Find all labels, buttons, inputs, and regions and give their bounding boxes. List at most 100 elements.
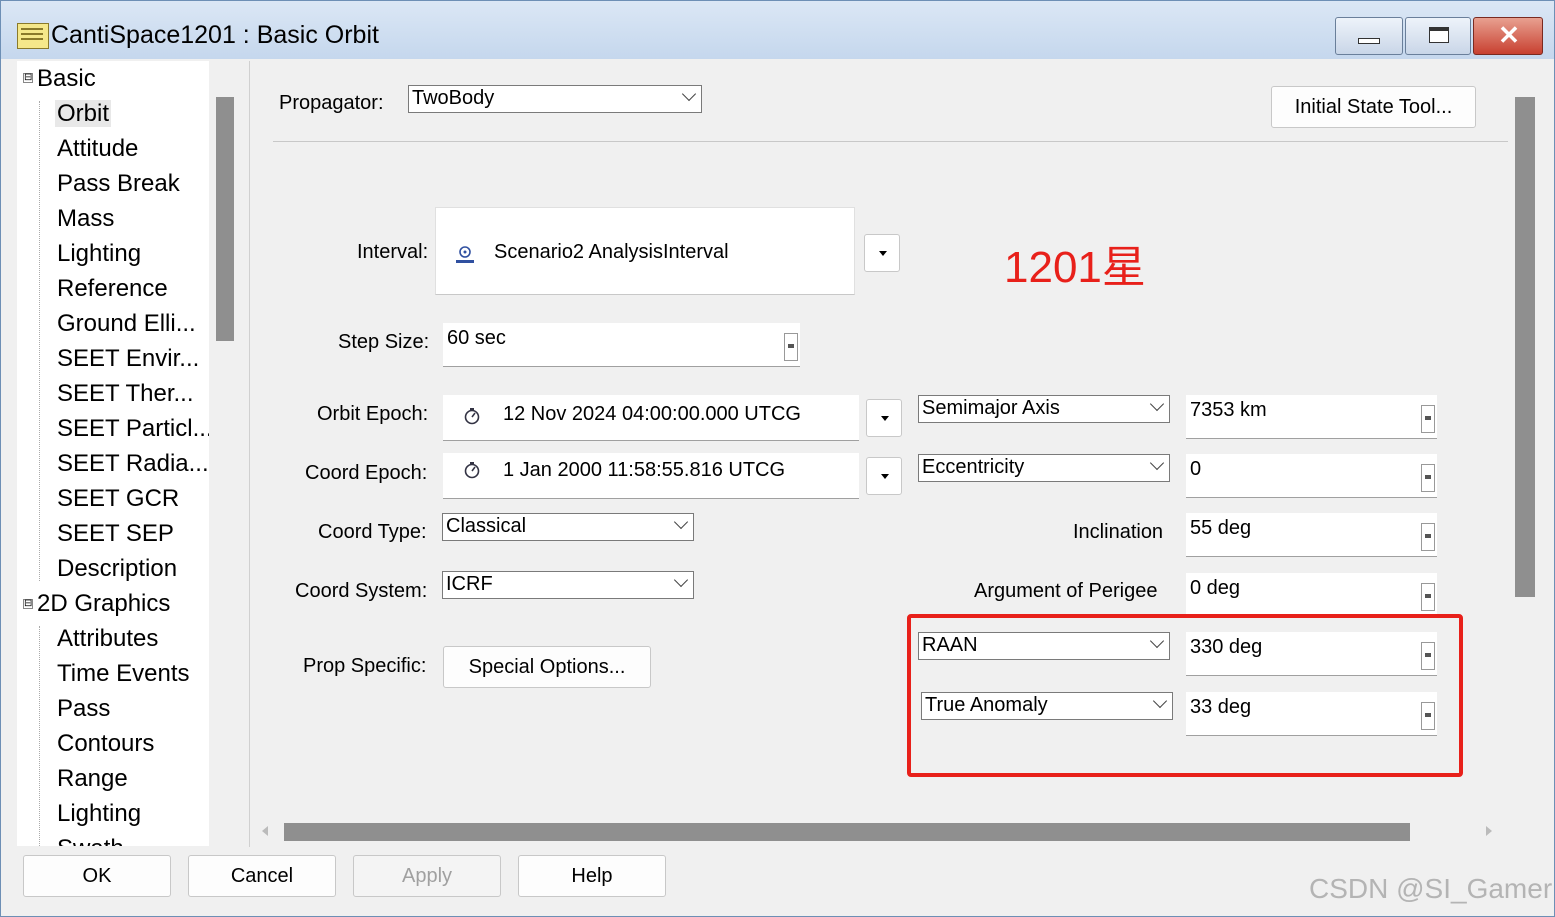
tree-item-seet-environment[interactable]: SEET Envir... [57, 345, 199, 373]
cancel-button[interactable]: Cancel [188, 855, 336, 897]
initial-state-tool-button[interactable]: Initial State Tool... [1271, 86, 1476, 128]
coord-type-value: Classical [446, 515, 527, 537]
inclination-value: 55 deg [1190, 517, 1252, 539]
tree-scroll-thumb[interactable] [216, 97, 234, 341]
coord-epoch-label: Coord Epoch: [305, 462, 428, 484]
inclination-input[interactable]: 55 deg [1186, 513, 1437, 557]
spinner-icon[interactable] [1421, 405, 1435, 433]
tree-item-attributes[interactable]: Attributes [57, 625, 158, 653]
tree-item-swath[interactable]: Swath [57, 835, 124, 846]
tree-guide-line [39, 626, 40, 846]
coord-type-select[interactable]: Classical [442, 513, 694, 541]
chevron-down-icon [675, 575, 685, 585]
tree-item-range[interactable]: Range [57, 765, 128, 793]
tree-scrollbar[interactable] [209, 61, 247, 846]
propagator-label: Propagator: [279, 92, 384, 114]
collapse-icon[interactable]: ⊟ [23, 73, 33, 83]
element-1-selector-value: Semimajor Axis [922, 397, 1060, 419]
orbit-epoch-value: 12 Nov 2024 04:00:00.000 UTCG [503, 403, 801, 425]
spinner-icon[interactable] [1421, 523, 1435, 551]
element-1-select[interactable]: Semimajor Axis [918, 395, 1170, 423]
tree-item-label: Orbit [55, 100, 112, 127]
element-2-select[interactable]: Eccentricity [918, 454, 1170, 482]
watermark: CSDN @SI_Gamer [1309, 873, 1553, 904]
spinner-icon[interactable] [1421, 583, 1435, 611]
coord-system-select[interactable]: ICRF [442, 571, 694, 599]
tree-item-description[interactable]: Description [57, 555, 177, 583]
special-options-button[interactable]: Special Options... [443, 646, 651, 688]
eccentricity-input[interactable]: 0 [1186, 454, 1437, 498]
maximize-icon [1429, 27, 1449, 43]
tree-item-seet-particle[interactable]: SEET Particl... [57, 415, 209, 443]
orbit-epoch-label: Orbit Epoch: [317, 403, 429, 425]
argument-of-perigee-input[interactable]: 0 deg [1186, 573, 1437, 617]
properties-tree[interactable]: ⊟ Basic Orbit Attitude Pass Break Mass L… [17, 61, 209, 846]
step-size-input[interactable]: 60 sec [443, 323, 800, 367]
orbit-epoch-dropdown-button[interactable] [866, 399, 902, 437]
tree-item-seet-gcr[interactable]: SEET GCR [57, 485, 179, 513]
argument-of-perigee-label: Argument of Perigee [974, 580, 1158, 602]
chevron-down-icon [683, 89, 693, 99]
tree-item-pass[interactable]: Pass [57, 695, 110, 723]
spinner-icon[interactable] [1421, 464, 1435, 492]
ok-button[interactable]: OK [23, 855, 171, 897]
tree-item-ground-ellipses[interactable]: Ground Elli... [57, 310, 196, 338]
tree-group-basic[interactable]: Basic [37, 65, 96, 93]
tree-item-seet-radiation[interactable]: SEET Radia... [57, 450, 209, 478]
coord-epoch-field[interactable]: 1 Jan 2000 11:58:55.816 UTCG [443, 453, 859, 499]
step-size-value: 60 sec [447, 327, 506, 349]
tree-item-reference[interactable]: Reference [57, 275, 168, 303]
coord-epoch-dropdown-button[interactable] [866, 457, 902, 495]
prop-specific-label: Prop Specific: [303, 655, 427, 677]
collapse-icon[interactable]: ⊟ [23, 599, 33, 609]
tree-item-mass[interactable]: Mass [57, 205, 114, 233]
apply-button[interactable]: Apply [353, 855, 501, 897]
interval-label: Interval: [357, 241, 429, 263]
element-2-selector-value: Eccentricity [922, 456, 1025, 478]
vertical-scroll-thumb[interactable] [1515, 97, 1535, 597]
tree-item-pass-break[interactable]: Pass Break [57, 170, 180, 198]
tree-item-lighting[interactable]: Lighting [57, 240, 141, 268]
tree-item-seet-thermal[interactable]: SEET Ther... [57, 380, 194, 408]
argument-of-perigee-value: 0 deg [1190, 577, 1241, 599]
horizontal-scroll-thumb[interactable] [284, 823, 1410, 841]
eccentricity-value: 0 [1190, 458, 1202, 480]
tree-item-orbit[interactable]: Orbit [55, 100, 112, 128]
step-size-label: Step Size: [338, 331, 430, 353]
minimize-icon [1358, 38, 1380, 44]
help-button[interactable]: Help [518, 855, 666, 897]
window-title: CantiSpace1201 : Basic Orbit [51, 21, 379, 49]
coord-epoch-value: 1 Jan 2000 11:58:55.816 UTCG [503, 459, 786, 481]
interval-object-icon [454, 244, 476, 266]
stopwatch-icon [463, 407, 481, 425]
tree-item-seet-sep[interactable]: SEET SEP [57, 520, 174, 548]
minimize-button[interactable] [1335, 17, 1403, 55]
title-bar[interactable]: CantiSpace1201 : Basic Orbit ✕ [1, 1, 1554, 59]
coord-system-value: ICRF [446, 573, 493, 595]
semimajor-axis-input[interactable]: 7353 km [1186, 395, 1437, 439]
horizontal-scrollbar[interactable] [250, 813, 1543, 847]
separator [273, 141, 1508, 142]
coord-system-label: Coord System: [295, 580, 428, 602]
close-button[interactable]: ✕ [1473, 17, 1543, 55]
inclination-label: Inclination [1073, 521, 1164, 543]
interval-dropdown-button[interactable] [864, 234, 900, 272]
chevron-down-icon [1151, 399, 1161, 409]
maximize-button[interactable] [1405, 17, 1471, 55]
tree-item-contours[interactable]: Contours [57, 730, 154, 758]
tree-group-2d-graphics[interactable]: 2D Graphics [37, 590, 170, 618]
tree-item-lighting-2d[interactable]: Lighting [57, 800, 141, 828]
spinner-icon[interactable] [784, 333, 798, 361]
coord-type-label: Coord Type: [318, 521, 427, 543]
scroll-left-icon[interactable] [262, 826, 268, 836]
stopwatch-icon [463, 461, 481, 479]
scroll-right-icon[interactable] [1486, 826, 1492, 836]
orbit-epoch-field[interactable]: 12 Nov 2024 04:00:00.000 UTCG [443, 395, 859, 441]
tree-guide-line [39, 101, 40, 581]
tree-item-time-events[interactable]: Time Events [57, 660, 189, 688]
close-icon: ✕ [1498, 20, 1520, 50]
tree-item-attitude[interactable]: Attitude [57, 135, 138, 163]
propagator-select[interactable]: TwoBody [408, 85, 702, 113]
interval-field[interactable]: Scenario2 AnalysisInterval [435, 207, 855, 295]
annotation-label: 1201星 [1004, 243, 1146, 292]
